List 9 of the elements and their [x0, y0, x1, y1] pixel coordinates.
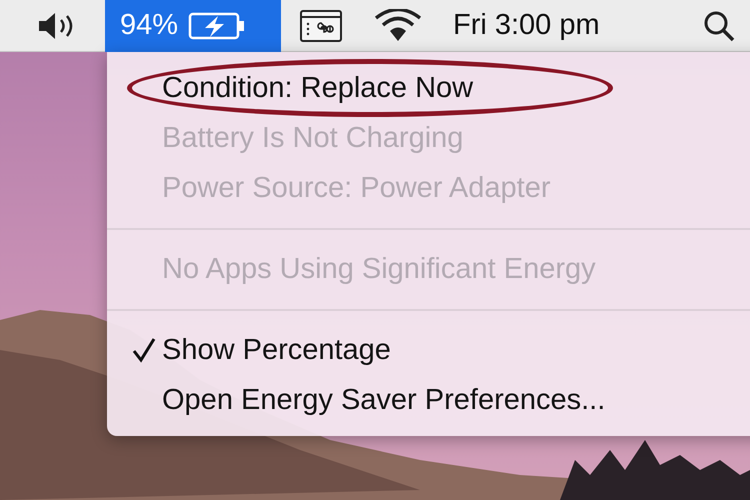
battery-status-button[interactable]: 94% — [105, 0, 281, 52]
search-icon[interactable] — [702, 8, 736, 42]
menu-item[interactable]: Show Percentage — [162, 336, 391, 364]
charging-battery-icon — [188, 12, 246, 40]
menu-item[interactable]: Condition: Replace Now — [162, 74, 474, 102]
menu-bar-clock[interactable]: Fri 3:00 pm — [453, 11, 600, 40]
keyboard-viewer-icon[interactable] — [299, 8, 343, 42]
menu-item[interactable]: Open Energy Saver Preferences... — [162, 386, 606, 414]
wifi-icon[interactable] — [373, 8, 423, 42]
